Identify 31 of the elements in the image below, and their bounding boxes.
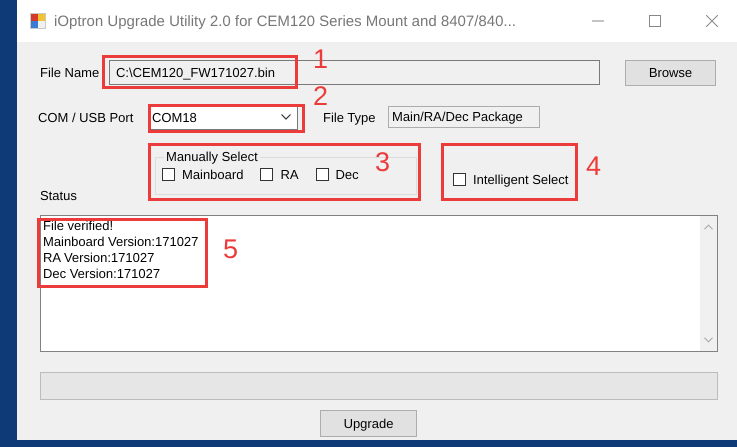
file-type-label: File Type	[323, 110, 377, 124]
chevron-down-icon	[281, 114, 291, 120]
checkbox[interactable]	[316, 168, 328, 181]
checkbox-label: Dec	[336, 167, 359, 182]
checkbox[interactable]	[260, 168, 274, 181]
upgrade-button[interactable]: Upgrade	[320, 410, 417, 437]
browse-button[interactable]: Browse	[625, 60, 716, 86]
status-label: Status	[40, 188, 78, 203]
checkbox-label: Mainboard	[182, 167, 244, 182]
status-line: Mainboard Version:171027	[43, 234, 198, 250]
status-line: Dec Version:171027	[43, 266, 162, 282]
group-title: Manually Select	[164, 149, 260, 164]
scroll-up-icon[interactable]	[704, 224, 713, 230]
close-icon[interactable]	[706, 15, 718, 27]
scroll-down-icon[interactable]	[704, 337, 713, 343]
checkbox-label: Intelligent Select	[473, 172, 568, 186]
port-label: COM / USB Port	[38, 110, 134, 124]
checkbox[interactable]	[453, 172, 466, 186]
app-icon	[30, 13, 46, 29]
status-line: File verified!	[43, 218, 114, 234]
file-name-label: File Name	[40, 65, 100, 80]
file-type-field: Main/RA/Dec Package	[388, 106, 540, 128]
window-title: iOptron Upgrade Utility 2.0 for CEM120 Series Mount and 8407/840...	[54, 12, 517, 30]
annotation-number: 3	[375, 146, 390, 178]
checkbox[interactable]	[162, 168, 175, 181]
annotation-number: 4	[586, 150, 602, 182]
checkbox-label: RA	[280, 167, 298, 182]
annotation-number: 5	[223, 233, 238, 265]
maximize-icon[interactable]	[649, 15, 661, 27]
status-line: RA Version:171027	[43, 250, 156, 266]
scrollbar[interactable]	[700, 216, 717, 351]
